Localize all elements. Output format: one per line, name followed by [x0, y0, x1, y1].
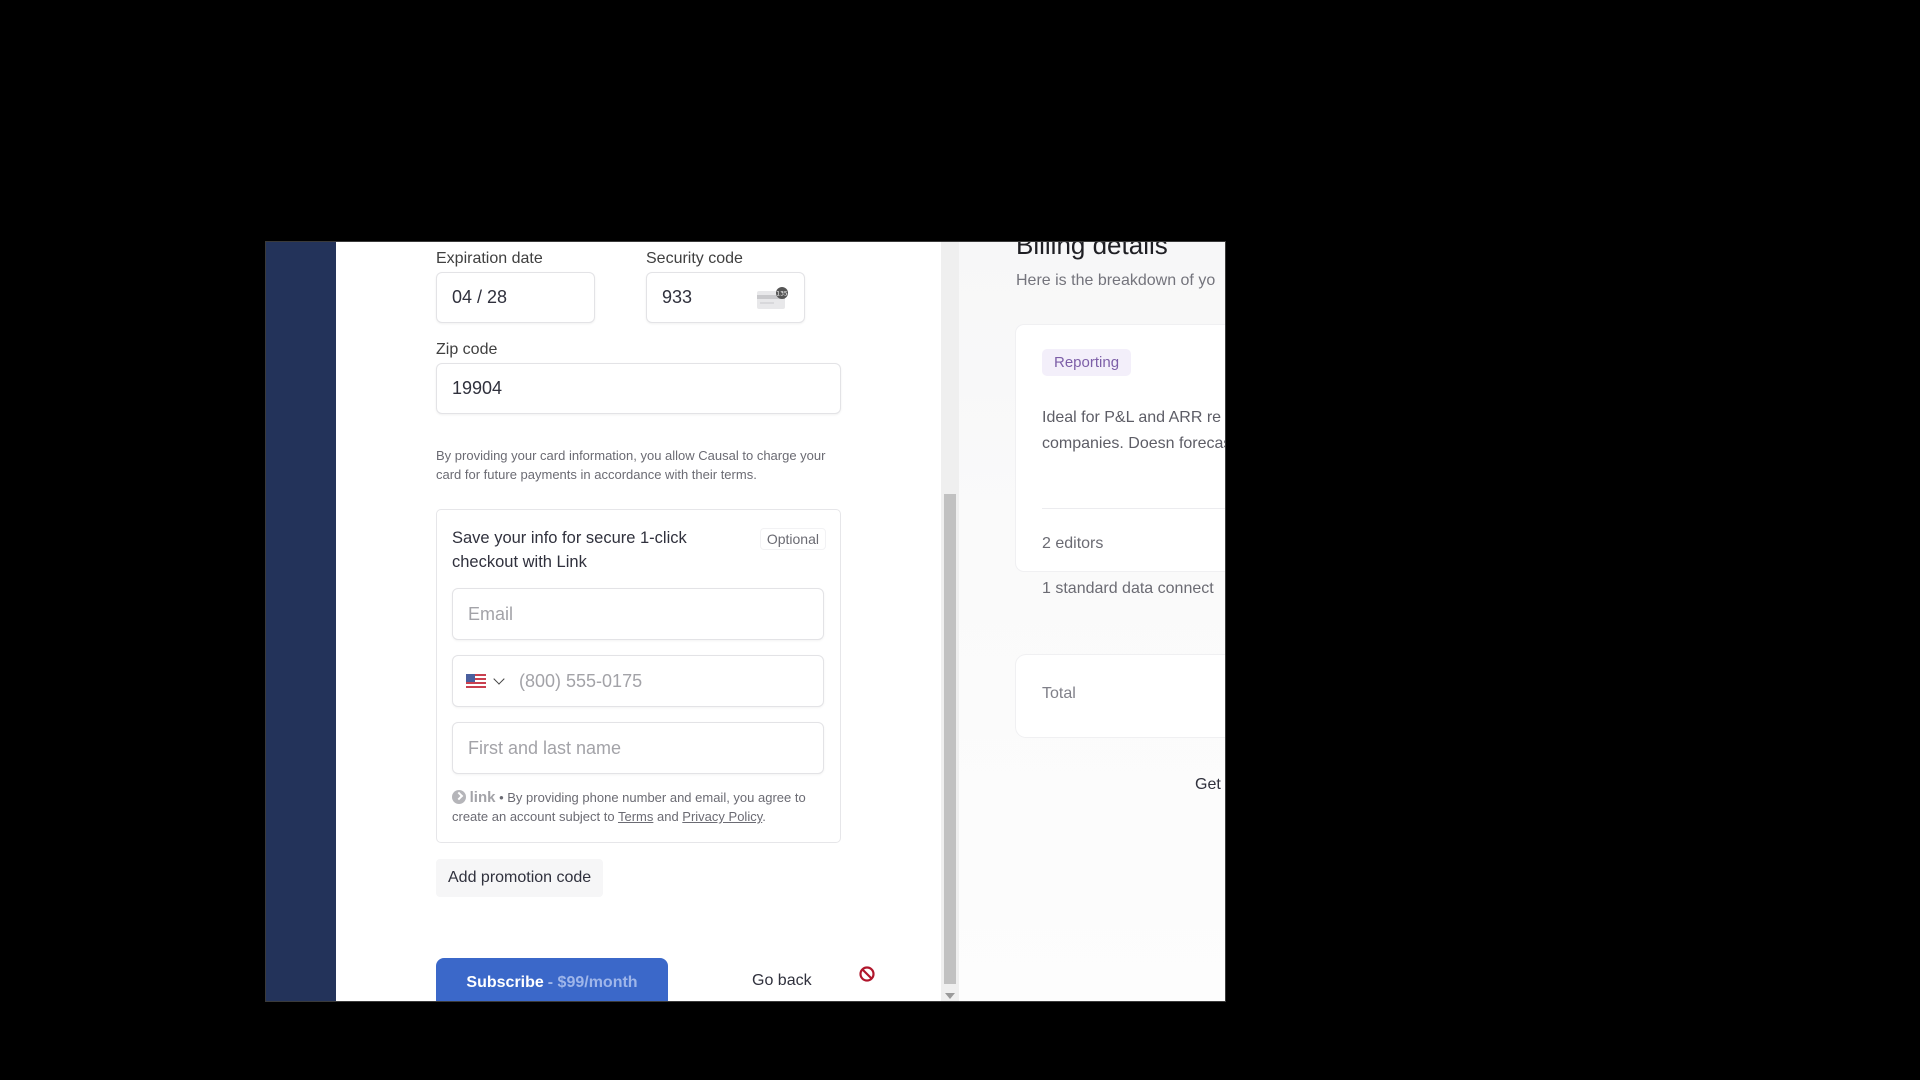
security-code-label: Security code: [646, 250, 743, 267]
us-flag-icon: [466, 674, 486, 688]
link-logo-icon: [452, 790, 466, 804]
plan-feature: 1 standard data connect: [1042, 580, 1214, 597]
total-label: Total: [1042, 685, 1076, 702]
expiration-date-input[interactable]: 04 / 28: [436, 272, 595, 323]
billing-subtitle: Here is the breakdown of yo: [1016, 272, 1216, 289]
scroll-down-arrow-icon[interactable]: [945, 993, 955, 999]
payment-panel: Expiration date 04 / 28 Security code 93…: [336, 242, 941, 1001]
link-legal-text: link • By providing phone number and ema…: [452, 788, 832, 826]
plan-feature: 2 editors: [1042, 535, 1104, 552]
app-window: Expiration date 04 / 28 Security code 93…: [265, 241, 1226, 1002]
total-card: Total: [1016, 655, 1225, 737]
link-logo-text: link: [469, 789, 496, 806]
plan-description: Ideal for P&L and ARR re stage companies…: [1042, 409, 1225, 452]
plan-divider: [1042, 508, 1225, 509]
country-selector[interactable]: [466, 673, 519, 688]
cvc-badge-text: 135: [776, 291, 788, 298]
email-input[interactable]: Email: [452, 588, 824, 640]
sidebar: [266, 242, 336, 1001]
subscribe-button[interactable]: Subscribe - $99/month: [436, 958, 668, 1001]
zip-code-label: Zip code: [436, 341, 498, 358]
terms-link[interactable]: Terms: [618, 809, 653, 824]
get-link[interactable]: Get: [1195, 776, 1221, 794]
zip-code-value: 19904: [452, 378, 503, 398]
security-code-value: 933: [662, 287, 693, 307]
billing-title: Billing details: [1016, 242, 1168, 260]
add-promotion-code-button[interactable]: Add promotion code: [436, 859, 604, 897]
privacy-policy-link[interactable]: Privacy Policy: [682, 809, 762, 824]
legal-and: and: [653, 809, 683, 824]
scrollbar[interactable]: [941, 242, 959, 1001]
subscribe-label: Subscribe: [466, 974, 544, 991]
optional-badge: Optional: [759, 528, 826, 550]
chevron-down-icon: [493, 673, 505, 685]
not-allowed-cursor-icon: [859, 966, 875, 982]
full-name-placeholder: First and last name: [468, 737, 622, 758]
expiration-date-value: 04 / 28: [452, 287, 508, 307]
billing-details-panel: Billing details Here is the breakdown of…: [959, 242, 1225, 1001]
security-code-input[interactable]: 933 135: [646, 272, 805, 323]
phone-input[interactable]: (800) 555-0175: [452, 655, 824, 707]
full-name-input[interactable]: First and last name: [452, 722, 824, 774]
card-disclaimer: By providing your card information, you …: [436, 448, 826, 482]
zip-code-input[interactable]: 19904: [436, 363, 841, 414]
link-save-info-box: Save your info for secure 1-click checko…: [436, 509, 841, 843]
plan-badge: Reporting: [1042, 349, 1132, 376]
plan-card: Reporting Ideal for P&L and ARR re stage…: [1016, 325, 1225, 597]
email-placeholder: Email: [468, 603, 514, 624]
link-title: Save your info for secure 1-click checko…: [452, 529, 687, 571]
go-back-button[interactable]: Go back: [752, 972, 812, 990]
phone-placeholder: (800) 555-0175: [519, 670, 643, 691]
cvc-card-icon: 135: [757, 287, 788, 309]
legal-suffix: .: [762, 809, 766, 824]
subscribe-price: - $99/month: [547, 974, 638, 991]
scrollbar-thumb[interactable]: [944, 494, 956, 984]
expiration-date-label: Expiration date: [436, 250, 543, 267]
